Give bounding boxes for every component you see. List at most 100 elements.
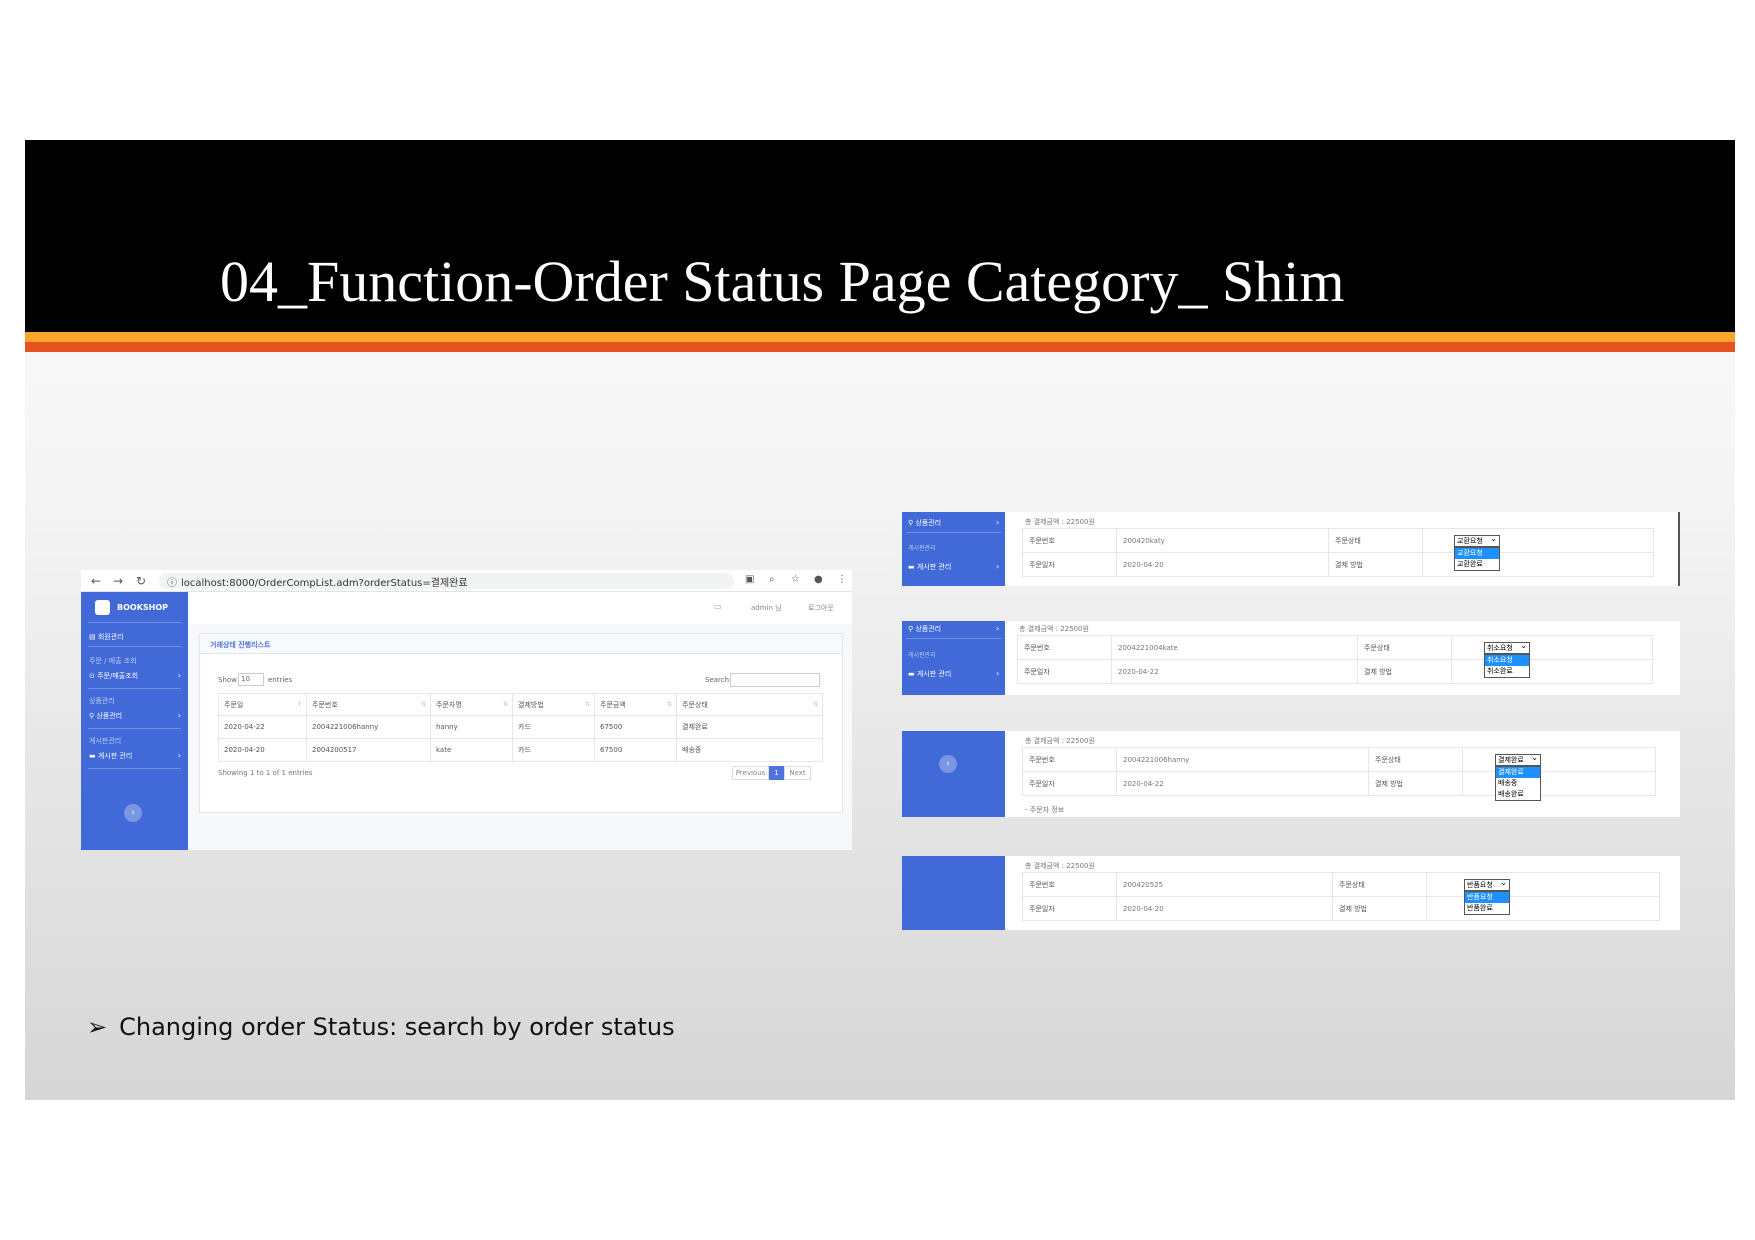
chevron-right-icon: ›	[177, 711, 181, 720]
status-option[interactable]: 반품요청	[1465, 892, 1509, 903]
order-detail-table: 주문번호 2004221006hanny 주문상태 주문일자 2020-04-2…	[1022, 747, 1656, 796]
table-row: 주문일자 2020-04-20 결제 방법	[1022, 896, 1660, 921]
table-row[interactable]: 2020-04-22 2004221006hanny hanny 카드 6750…	[218, 715, 823, 739]
column-header[interactable]: 주문상태 ⇅	[676, 693, 823, 716]
status-dropdown[interactable]: 결제완료 결제완료 배송중 배송완료	[1495, 753, 1541, 801]
sidebar-divider	[906, 532, 1001, 533]
table-cell: 2004200517	[306, 738, 431, 762]
sort-icon: ⇅	[666, 701, 672, 708]
sidebar-heading: 상품관리	[89, 697, 115, 705]
brand-name[interactable]: BOOKSHOP	[117, 603, 168, 612]
table-cell: 카드	[512, 738, 595, 762]
order-number: 2004221006hanny	[1116, 747, 1369, 772]
status-select[interactable]: 결제완료	[1495, 753, 1541, 766]
table-row: 주문일자 2020-04-22 결제 방법	[1022, 771, 1656, 796]
entries-select[interactable]: 10	[238, 673, 264, 686]
bullet-point: ➢ Changing order Status: search by order …	[87, 1013, 675, 1041]
sidebar-item-board[interactable]: ▬ 게시판 관리 ›	[908, 562, 999, 572]
star-icon[interactable]: ☆	[791, 574, 800, 585]
sidebar-divider	[88, 768, 181, 769]
status-option[interactable]: 결제완료	[1496, 767, 1540, 778]
forward-icon[interactable]: →	[113, 573, 123, 589]
table-cell: 67500	[594, 738, 677, 762]
column-header[interactable]: 주문자명 ⇅	[430, 693, 513, 716]
status-option[interactable]: 배송중	[1496, 778, 1540, 789]
sidebar-heading: 주문 / 매출 조회	[89, 657, 137, 665]
browser-toolbar: ← → ↻ ⓘ localhost:8000/OrderCompList.adm…	[81, 570, 852, 592]
book-icon	[95, 600, 110, 615]
status-option[interactable]: 취소요청	[1485, 655, 1529, 666]
message-icon[interactable]: ▭	[714, 602, 722, 611]
sidebar-divider	[88, 646, 181, 647]
payment-method-label: 결제 방법	[1332, 896, 1427, 921]
sort-icon: ⇅	[502, 701, 508, 708]
sidebar-toggle-button[interactable]: ‹	[939, 755, 957, 773]
sidebar-divider	[88, 728, 181, 729]
user-name[interactable]: admin 님	[751, 603, 782, 613]
reload-icon[interactable]: ↻	[136, 573, 146, 589]
slide: 04_Function-Order Status Page Category_ …	[25, 140, 1735, 1100]
status-snippet-payment: ‹ 총 결제금액 : 22500원 주문번호 2004221006hanny 주…	[902, 731, 1680, 817]
status-option[interactable]: 교환요청	[1455, 548, 1499, 559]
status-dropdown[interactable]: 취소요청 취소요청 취소완료	[1484, 641, 1530, 678]
zoom-icon[interactable]: ⌕	[769, 574, 775, 585]
table-cell: 결제완료	[676, 715, 823, 739]
status-option[interactable]: 취소완료	[1485, 666, 1529, 677]
sidebar-toggle-button[interactable]: ‹	[124, 804, 142, 822]
menu-icon[interactable]: ⋮	[837, 574, 847, 585]
order-status-cell	[1451, 635, 1653, 660]
chevron-right-icon: ›	[177, 671, 181, 680]
sidebar-item-products[interactable]: ⚲ 상품관리 ›	[908, 518, 999, 528]
sidebar-item-board[interactable]: ▬ 게시판 관리 ›	[908, 669, 999, 679]
table-cell: 2004221006hanny	[306, 715, 431, 739]
sidebar-item-products[interactable]: ⚲ 상품관리 ›	[89, 711, 181, 721]
chevron-right-icon: ›	[996, 624, 1000, 633]
column-header[interactable]: 결제방법 ⇅	[512, 693, 595, 716]
translate-icon[interactable]: ▣	[745, 574, 754, 585]
account-icon[interactable]: ●	[814, 574, 823, 585]
back-icon[interactable]: ←	[91, 573, 101, 589]
status-select[interactable]: 반품요청	[1464, 878, 1510, 891]
order-date: 2020-04-22	[1111, 659, 1358, 684]
status-option[interactable]: 배송완료	[1496, 789, 1540, 800]
url-text: localhost:8000/OrderCompList.adm?orderSt…	[181, 578, 468, 589]
table-row: 주문번호 200420katy 주문상태	[1022, 528, 1654, 553]
order-status-label: 주문상태	[1357, 635, 1452, 660]
next-button[interactable]: Next	[784, 766, 811, 780]
table-cell: 카드	[512, 715, 595, 739]
table-row[interactable]: 2020-04-20 2004200517 kate 카드 67500 배송중	[218, 738, 823, 762]
sidebar-item-orders[interactable]: ⊙ 주문/매출조회 ›	[89, 671, 181, 681]
table-cell: 67500	[594, 715, 677, 739]
search-label: Search:	[705, 676, 732, 684]
sort-icon: ⇅	[584, 701, 590, 708]
sidebar-item-label: 회원관리	[97, 633, 124, 641]
order-number: 200420525	[1116, 872, 1333, 897]
status-snippet-return: 총 결제금액 : 22500원 주문번호 200420525 주문상태 주문일자…	[902, 856, 1680, 930]
search-input[interactable]	[730, 673, 820, 687]
order-detail-table: 주문번호 2004221004kate 주문상태 주문일자 2020-04-22…	[1017, 635, 1653, 684]
column-header[interactable]: 주문일 ↑	[218, 693, 307, 716]
status-dropdown[interactable]: 교환요청 교환요청 교환완료	[1454, 534, 1500, 571]
admin-topbar: ▭ admin 님 로그아웃	[188, 592, 852, 624]
header-stripe-orange	[25, 342, 1735, 352]
chevron-right-icon: ›	[996, 518, 1000, 527]
logout-link[interactable]: 로그아웃	[808, 603, 834, 613]
sidebar-item-member[interactable]: ▤ 회원관리	[89, 632, 181, 642]
order-detail-table: 주문번호 200420katy 주문상태 주문일자 2020-04-20 결제 …	[1022, 528, 1654, 577]
header-stripe-yellow	[25, 332, 1735, 342]
status-snippet-cancel: ⚲ 상품관리 › 게시판관리 ▬ 게시판 관리 › 총 결제금액 : 22500원 …	[902, 621, 1680, 695]
status-dropdown[interactable]: 반품요청 반품요청 반품완료	[1464, 878, 1510, 915]
status-options: 취소요청 취소완료	[1484, 654, 1530, 678]
status-select[interactable]: 취소요청	[1484, 641, 1530, 654]
sort-icon: ⇅	[812, 701, 818, 708]
page-1-button[interactable]: 1	[769, 766, 784, 780]
sidebar-item-board[interactable]: ▬ 게시판 관리 ›	[89, 751, 181, 761]
previous-button[interactable]: Previous	[732, 766, 769, 780]
column-header[interactable]: 주문번호 ⇅	[306, 693, 431, 716]
status-option[interactable]: 교환완료	[1455, 559, 1499, 570]
column-header[interactable]: 주문금액 ⇅	[594, 693, 677, 716]
status-select[interactable]: 교환요청	[1454, 534, 1500, 547]
sidebar-item-products[interactable]: ⚲ 상품관리 ›	[908, 624, 999, 634]
order-date: 2020-04-20	[1116, 896, 1333, 921]
status-option[interactable]: 반품완료	[1465, 903, 1509, 914]
